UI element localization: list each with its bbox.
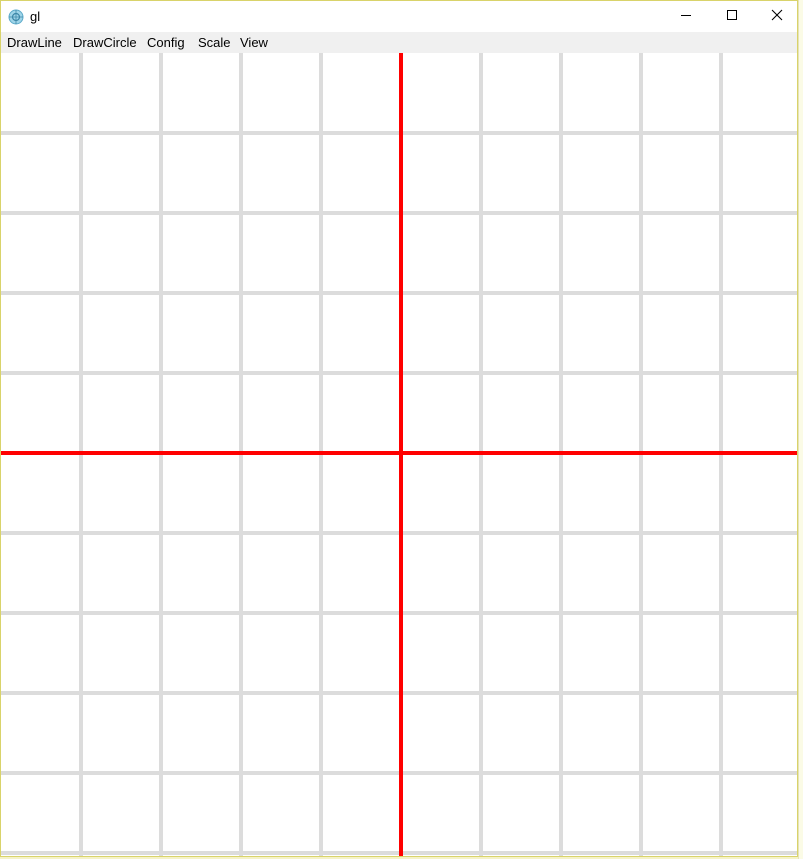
grid-line-vertical <box>639 53 643 856</box>
menu-bar: DrawLine DrawCircle Config Scale View <box>1 32 797 53</box>
app-icon <box>8 9 24 25</box>
grid-line-vertical <box>239 53 243 856</box>
grid-line-vertical <box>319 53 323 856</box>
close-button[interactable] <box>754 1 797 32</box>
desktop-background <box>798 0 803 859</box>
menu-scale[interactable]: Scale <box>198 35 231 51</box>
grid-line-vertical <box>479 53 483 856</box>
close-icon <box>771 8 783 26</box>
menu-drawline[interactable]: DrawLine <box>7 35 62 51</box>
grid-line-vertical <box>159 53 163 856</box>
window-title: gl <box>30 9 41 24</box>
menu-view[interactable]: View <box>240 35 268 51</box>
grid-line-vertical <box>559 53 563 856</box>
grid-line-vertical <box>79 53 83 856</box>
minimize-button[interactable] <box>663 1 709 32</box>
minimize-icon <box>680 8 692 26</box>
drawing-canvas[interactable] <box>1 53 797 856</box>
maximize-button[interactable] <box>709 1 755 32</box>
title-bar[interactable]: gl <box>1 1 797 32</box>
y-axis-line <box>399 53 403 856</box>
grid-line-vertical <box>719 53 723 856</box>
x-axis-line <box>1 451 797 455</box>
app-window: gl DrawLine DrawCircle Config Scale View <box>0 0 798 857</box>
menu-drawcircle[interactable]: DrawCircle <box>73 35 137 51</box>
maximize-icon <box>726 8 738 26</box>
menu-config[interactable]: Config <box>147 35 185 51</box>
